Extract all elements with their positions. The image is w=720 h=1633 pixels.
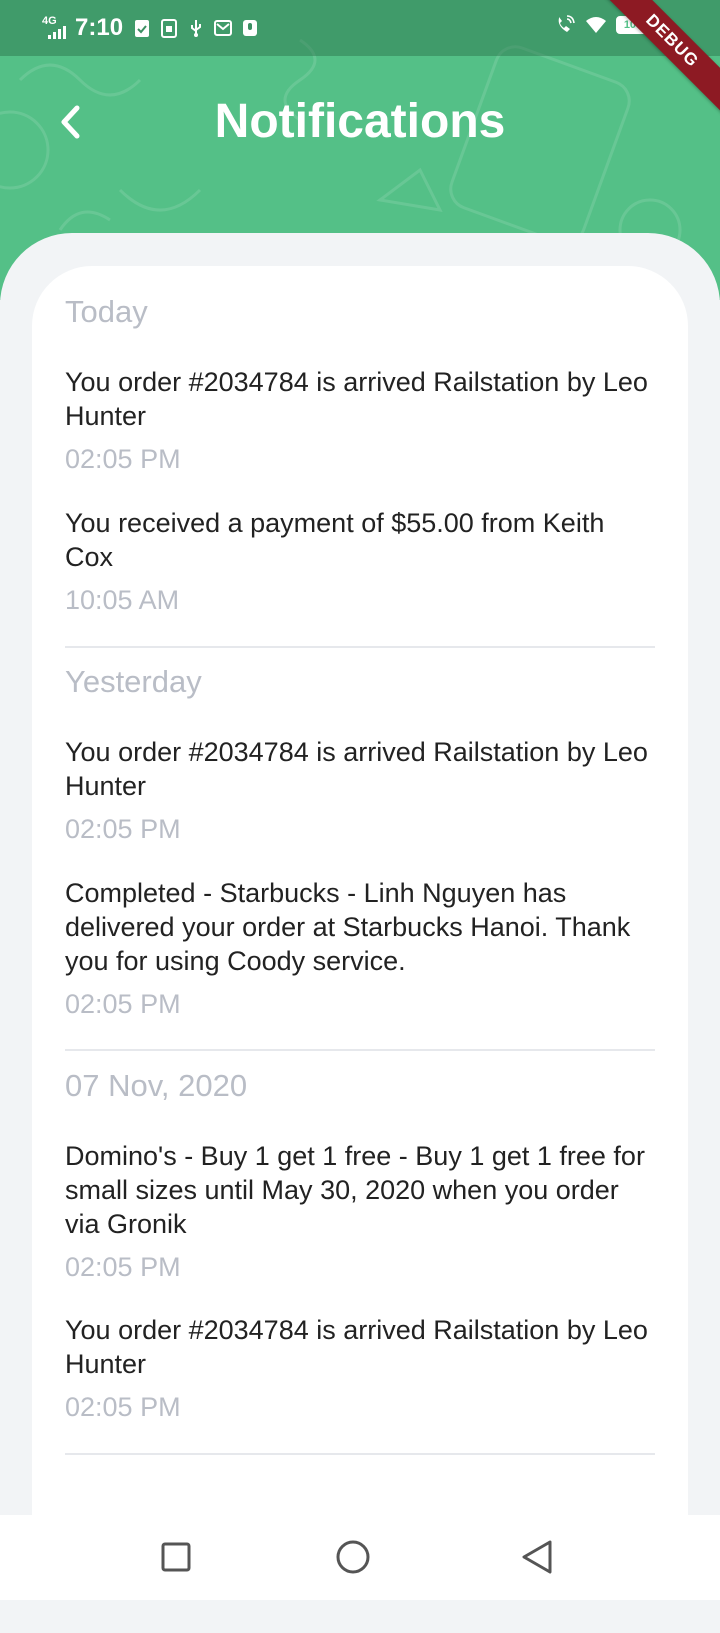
recents-button[interactable]	[154, 1535, 198, 1579]
wifi-calling-icon	[558, 15, 575, 32]
notification-time: 02:05 PM	[65, 814, 181, 844]
notification-time: 02:05 PM	[65, 1392, 181, 1422]
notification-group-today: Today	[65, 294, 655, 330]
notification-item[interactable]: You order #2034784 is arrived Railstatio…	[65, 735, 655, 846]
notification-text: You received a payment of $55.00 from Ke…	[65, 508, 605, 572]
usb-icon	[191, 20, 202, 37]
notification-group-date: 07 Nov, 2020	[65, 1068, 655, 1104]
notification-item[interactable]: You order #2034784 is arrived Railstatio…	[65, 365, 655, 476]
notification-item[interactable]: You order #2034784 is arrived Railstatio…	[65, 1313, 655, 1424]
back-nav-button[interactable]	[515, 1535, 559, 1579]
group-divider	[65, 1453, 655, 1455]
notification-text: You order #2034784 is arrived Railstatio…	[65, 367, 648, 431]
notification-text: Domino's - Buy 1 get 1 free - Buy 1 get …	[65, 1141, 645, 1239]
wifi-icon	[586, 17, 606, 33]
notification-time: 02:05 PM	[65, 444, 181, 474]
notification-time: 02:05 PM	[65, 989, 181, 1019]
group-label: Today	[65, 294, 148, 329]
group-divider	[65, 1049, 655, 1051]
system-navigation-bar	[0, 1515, 720, 1600]
notification-item[interactable]: Completed - Starbucks - Linh Nguyen has …	[65, 876, 655, 1021]
circle-icon	[336, 1540, 370, 1574]
status-time: 7:10	[75, 14, 124, 41]
status-bar: 4G 7:10 100	[0, 0, 720, 56]
sim-icon	[161, 19, 178, 38]
home-button[interactable]	[331, 1535, 375, 1579]
mail-icon	[214, 20, 233, 36]
notification-item[interactable]: You received a payment of $55.00 from Ke…	[65, 506, 655, 617]
clipboard-check-icon	[135, 20, 150, 37]
mic-icon	[243, 20, 258, 36]
triangle-back-icon	[522, 1540, 552, 1574]
notification-text: Completed - Starbucks - Linh Nguyen has …	[65, 878, 631, 976]
notification-text: You order #2034784 is arrived Railstatio…	[65, 737, 648, 801]
notification-group-yesterday: Yesterday	[65, 664, 655, 700]
notification-time: 10:05 AM	[65, 585, 180, 615]
square-icon	[161, 1542, 191, 1572]
network-signal-icon: 4G	[42, 15, 68, 41]
notification-time: 02:05 PM	[65, 1252, 181, 1282]
group-label: 07 Nov, 2020	[65, 1068, 248, 1103]
notification-text: You order #2034784 is arrived Railstatio…	[65, 1315, 648, 1379]
page-title: Notifications	[214, 95, 506, 148]
group-divider	[65, 646, 655, 648]
notification-item[interactable]: Domino's - Buy 1 get 1 free - Buy 1 get …	[65, 1139, 655, 1284]
group-label: Yesterday	[65, 664, 202, 699]
